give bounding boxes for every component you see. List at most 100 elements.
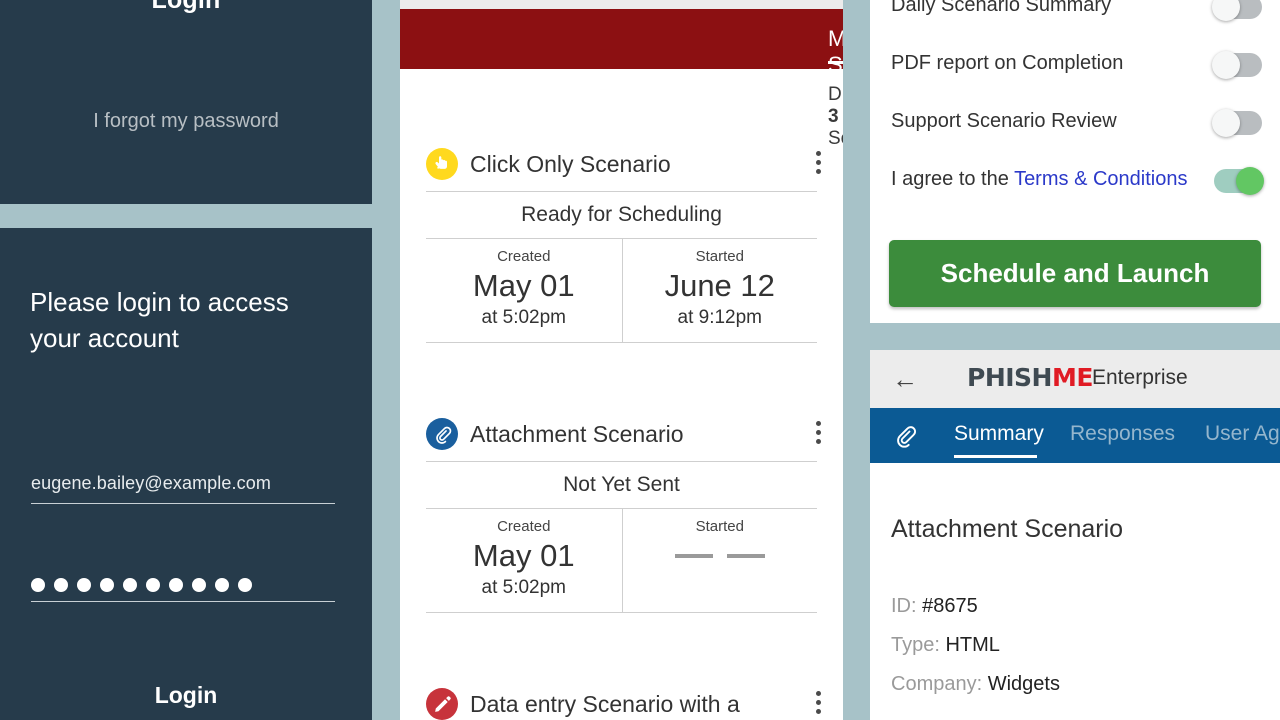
detail-meta-company: Company: Widgets [891, 673, 1060, 696]
password-dot [100, 578, 114, 592]
support-scenario-review-toggle[interactable] [1212, 109, 1262, 137]
scenario-title: Click Only Scenario [470, 150, 671, 177]
phishme-logo: PHISHME [967, 363, 1093, 392]
created-cell: Created May 01 at 5:02pm [426, 239, 622, 342]
created-cell: Created May 01 at 5:02pm [426, 509, 622, 612]
forgot-password-link[interactable]: I forgot my password [0, 110, 372, 133]
scenarios-tab-bar: My Scenarios Test Scenarios [400, 9, 843, 77]
login-submit-button[interactable]: Login [0, 682, 372, 709]
displaying-count: 3 [828, 106, 839, 127]
screenshot-root: Login I forgot my password Please login … [0, 0, 1280, 720]
scenario-card[interactable]: Click Only Scenario Ready for Scheduling… [400, 137, 843, 343]
started-time: at 9:12pm [677, 307, 763, 328]
scenario-status: Not Yet Sent [426, 461, 817, 509]
started-label: Started [695, 248, 744, 265]
toggle-label: Daily Scenario Summary [891, 0, 1112, 16]
meta-key: Type: [891, 634, 940, 656]
scenario-card-header: Data entry Scenario with a [400, 677, 843, 720]
scenario-card[interactable]: Data entry Scenario with a [400, 677, 843, 720]
login-heading: Please login to access your account [30, 287, 289, 353]
email-field-value: eugene.bailey@example.com [31, 473, 271, 493]
meta-value: HTML [945, 634, 1000, 656]
detail-tab-bar: Summary Responses User Age [870, 408, 1280, 463]
created-date: May 01 [472, 538, 575, 573]
scenario-status: Ready for Scheduling [426, 191, 817, 239]
toggle-label: PDF report on Completion [891, 51, 1124, 74]
page-title: Login [151, 0, 221, 14]
scenario-date-grid: Created May 01 at 5:02pm Started June 12… [426, 239, 817, 343]
toggle-row-scenario-review[interactable]: Support Scenario Review [870, 92, 1280, 150]
email-field[interactable]: eugene.bailey@example.com [31, 473, 335, 504]
scenario-card-header: Click Only Scenario [400, 137, 843, 191]
meta-key: ID: [891, 595, 917, 617]
terms-and-conditions-link[interactable]: Terms & Conditions [1014, 168, 1187, 190]
meta-value: #8675 [922, 595, 978, 617]
kebab-menu-icon[interactable] [816, 691, 821, 714]
login-form-panel: Please login to access your account euge… [0, 228, 372, 720]
password-dot [54, 578, 68, 592]
scenario-card-header: Attachment Scenario [400, 407, 843, 461]
password-dot [31, 578, 45, 592]
click-hand-icon [426, 148, 458, 180]
schedule-and-launch-button[interactable]: Schedule and Launch [889, 240, 1261, 307]
toggle-row-pdf-report[interactable]: PDF report on Completion [870, 34, 1280, 92]
kebab-menu-icon[interactable] [816, 151, 821, 174]
tab-summary[interactable]: Summary [954, 422, 1044, 446]
tab-user-agents[interactable]: User Age [1205, 422, 1280, 446]
created-time: at 5:02pm [481, 307, 567, 328]
back-arrow-icon[interactable]: ← [892, 366, 918, 392]
login-top-panel: Login I forgot my password [0, 0, 372, 204]
detail-header: ← PHISHME Enterprise [870, 350, 1280, 408]
scenario-detail-panel: ← PHISHME Enterprise Summary Responses U… [870, 350, 1280, 720]
started-label: Started [695, 518, 744, 535]
password-dot [146, 578, 160, 592]
terms-agreement-toggle[interactable] [1214, 167, 1264, 195]
detail-tab-active-underline [954, 455, 1037, 458]
toggle-row-daily-summary[interactable]: Daily Scenario Summary [870, 0, 1280, 34]
scenario-card[interactable]: Attachment Scenario Not Yet Sent Created… [400, 407, 843, 613]
password-dot [192, 578, 206, 592]
detail-meta-type: Type: HTML [891, 634, 1000, 657]
daily-scenario-summary-toggle[interactable] [1212, 0, 1262, 21]
status-bar [400, 0, 843, 9]
password-dot [169, 578, 183, 592]
pdf-report-toggle[interactable] [1212, 51, 1262, 79]
scenarios-panel: My Scenarios Test Scenarios Displaying 3… [400, 0, 843, 720]
created-label: Created [497, 518, 551, 535]
tab-my-scenarios[interactable]: My Scenarios [828, 26, 843, 78]
tab-responses[interactable]: Responses [1070, 422, 1175, 446]
created-label: Created [497, 248, 551, 265]
meta-value: Widgets [987, 673, 1060, 695]
logo-text-me: ME [1051, 363, 1093, 392]
started-empty-placeholder [623, 535, 818, 577]
displaying-prefix: Displaying [828, 84, 843, 105]
email-field-underline [31, 503, 335, 504]
password-dot [238, 578, 252, 592]
started-cell: Started June 12 at 9:12pm [621, 239, 818, 342]
meta-key: Company: [891, 673, 983, 695]
password-field[interactable] [31, 576, 335, 602]
password-dot [123, 578, 137, 592]
scenario-title: Data entry Scenario with a [470, 690, 740, 717]
password-field-underline [31, 601, 335, 602]
product-name: Enterprise [1092, 366, 1188, 389]
password-dot [215, 578, 229, 592]
scenario-date-grid: Created May 01 at 5:02pm Started [426, 509, 817, 613]
toggle-label: Support Scenario Review [891, 109, 1117, 132]
terms-prefix: I agree to the [891, 167, 1015, 190]
created-time: at 5:02pm [481, 577, 567, 598]
tab-active-underline [828, 61, 843, 64]
paperclip-icon [426, 418, 458, 450]
pencil-icon [426, 688, 458, 720]
logo-text-phish: PHISH [967, 363, 1052, 392]
started-date: June 12 [664, 268, 775, 303]
password-dot [77, 578, 91, 592]
created-date: May 01 [472, 268, 575, 303]
password-field-value [31, 576, 335, 601]
detail-title: Attachment Scenario [891, 515, 1124, 543]
detail-meta-id: ID: #8675 [891, 595, 978, 618]
kebab-menu-icon[interactable] [816, 421, 821, 444]
toggle-row-terms[interactable]: I agree to the Terms & Conditions [870, 150, 1280, 208]
scenario-title: Attachment Scenario [470, 420, 684, 447]
paperclip-icon [890, 421, 920, 451]
